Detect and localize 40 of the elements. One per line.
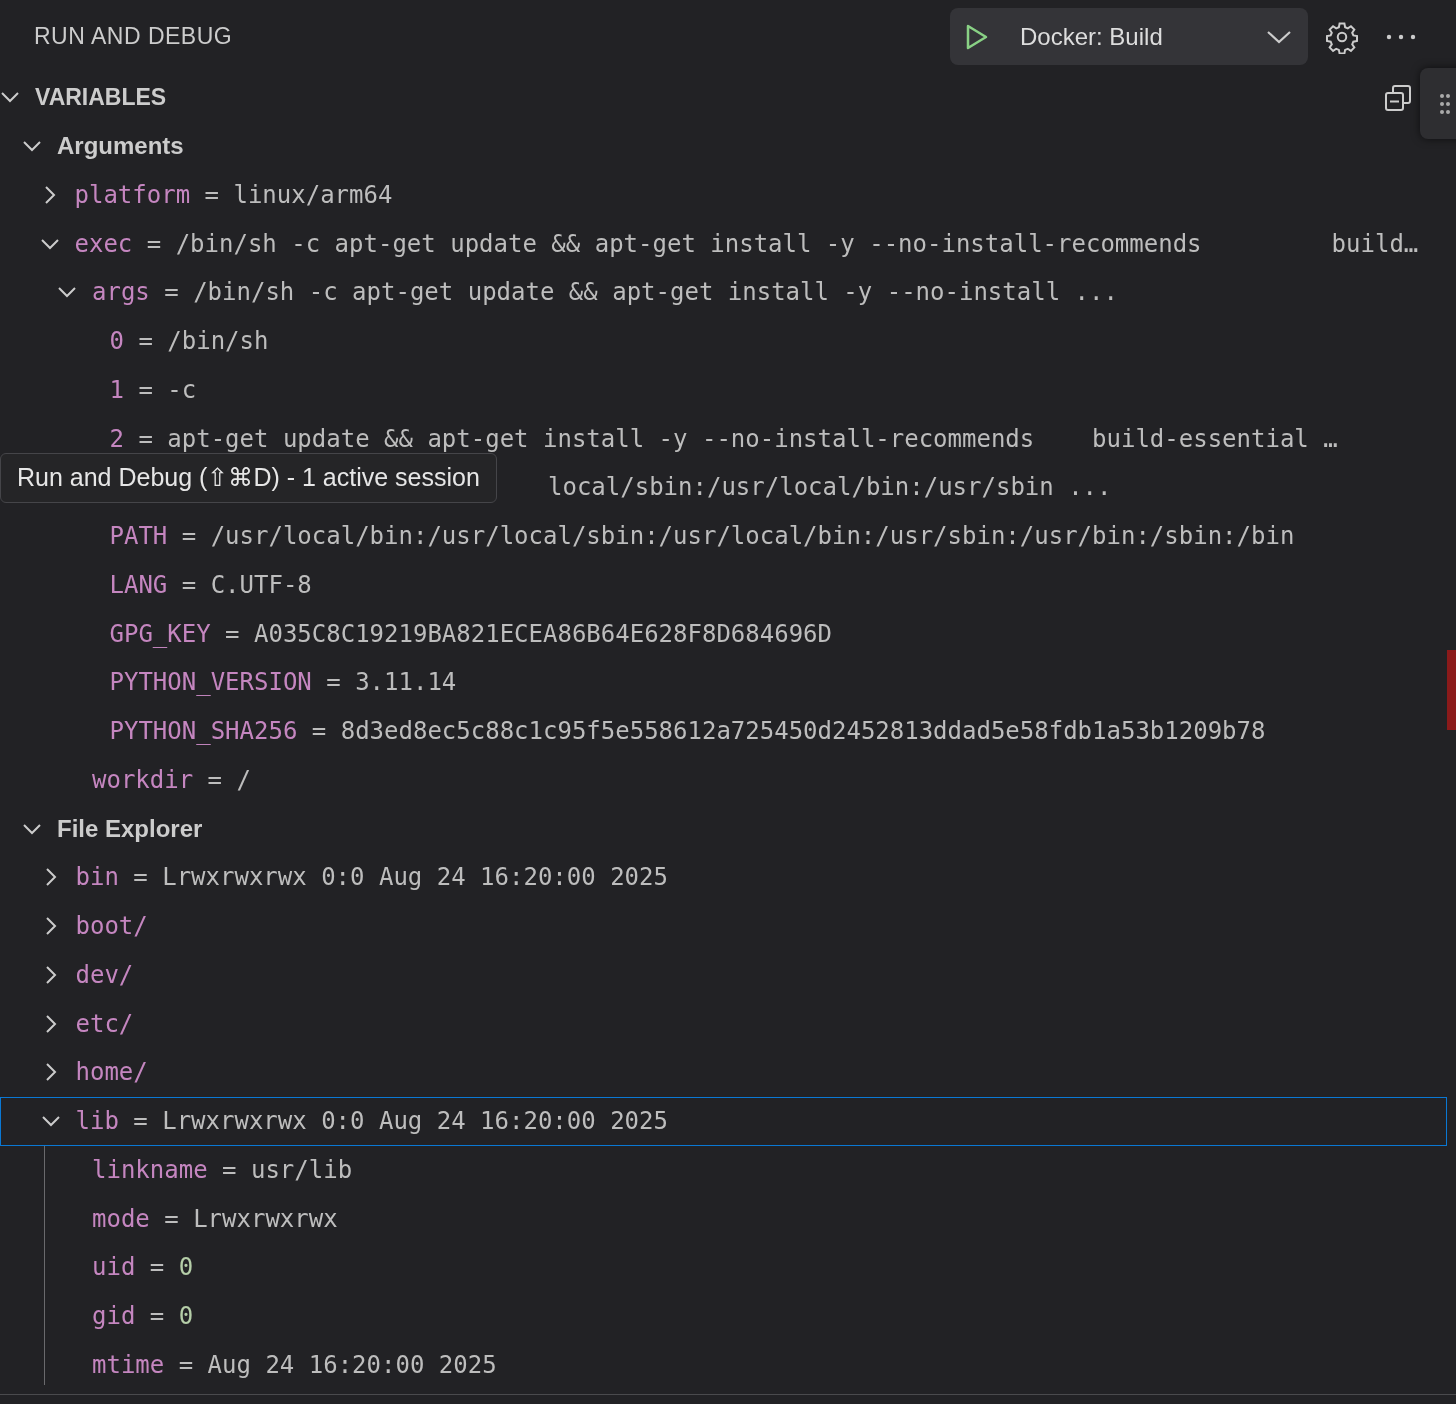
variable-row[interactable]: uid = 0 xyxy=(92,1249,194,1286)
variable-text: boot/ xyxy=(75,911,148,943)
tooltip: Run and Debug (⇧⌘D) - 1 active session xyxy=(0,453,497,503)
tree-row[interactable]: boot/ xyxy=(0,901,1447,951)
variable-row[interactable]: exec = /bin/sh -c apt-get update && apt-get install -y --no-install-recommends build… xyxy=(74,225,1419,262)
section-header[interactable]: VARIABLES xyxy=(35,80,167,115)
panel-title: RUN AND DEBUG xyxy=(34,22,233,52)
variable-text: bin = Lrwxrwxrwx 0:0 Aug 24 16:20:00 2025 xyxy=(75,862,668,894)
tree-row[interactable]: etc/ xyxy=(0,999,1447,1048)
variable-text: lib = Lrwxrwxrwx 0:0 Aug 24 16:20:00 2025 xyxy=(75,1106,668,1138)
play-icon xyxy=(964,22,990,51)
tree-row[interactable]: home/ xyxy=(0,1048,1447,1097)
tree-row[interactable]: lib = Lrwxrwxrwx 0:0 Aug 24 16:20:00 2025 xyxy=(0,1096,1447,1146)
scope-header[interactable]: Arguments xyxy=(57,128,184,165)
variable-text: home/ xyxy=(75,1057,148,1089)
chevron-down-icon xyxy=(1266,28,1292,45)
variable-row[interactable]: PYTHON_VERSION = 3.11.14 xyxy=(109,664,457,701)
variable-row[interactable]: args = /bin/sh -c apt-get update && apt-get install -y --no-install ... xyxy=(92,274,1118,311)
variable-row[interactable]: gid = 0 xyxy=(92,1298,194,1335)
more-icon[interactable] xyxy=(1386,32,1416,41)
variable-row[interactable]: PYTHON_SHA256 = 8d3ed8ec5c88c1c95f5e558612a725450d2452813ddad5e58fdb1a53b1209b78 xyxy=(109,713,1266,750)
variable-text: dev/ xyxy=(75,959,134,991)
tree-row[interactable]: bin = Lrwxrwxrwx 0:0 Aug 24 16:20:00 2025 xyxy=(0,853,1447,902)
variable-row[interactable]: workdir = / xyxy=(92,761,251,798)
collapse-all-icon[interactable] xyxy=(1384,84,1412,112)
variable-text: etc/ xyxy=(75,1008,134,1040)
variable-row[interactable]: LANG = C.UTF-8 xyxy=(109,566,312,603)
variable-row[interactable]: mtime = Aug 24 16:20:00 2025 xyxy=(92,1346,497,1383)
variable-row[interactable]: 0 = /bin/sh xyxy=(109,323,269,360)
grip-icon[interactable] xyxy=(1440,92,1450,115)
variable-row[interactable]: 1 = -c xyxy=(109,371,197,408)
tree-row[interactable]: dev/ xyxy=(0,950,1447,1000)
variable-row[interactable]: PATH = /usr/local/bin:/usr/local/sbin:/usr/local/bin:/usr/sbin:/usr/bin:/sbin:/bin xyxy=(109,518,1295,555)
variable-value: local/sbin:/usr/local/bin:/usr/sbin ... xyxy=(548,472,1112,504)
variable-row[interactable]: platform = linux/arm64 xyxy=(74,176,393,213)
scope-header[interactable]: File Explorer xyxy=(57,810,203,847)
variable-row[interactable]: GPG_KEY = A035C8C19219BA821ECEA86B64E628F8D684696D xyxy=(109,615,832,652)
variable-row[interactable]: mode = Lrwxrwxrwx xyxy=(92,1200,338,1237)
variable-row[interactable]: linkname = usr/lib xyxy=(92,1151,353,1188)
configuration-dropdown[interactable]: Docker: Build xyxy=(950,8,1308,65)
